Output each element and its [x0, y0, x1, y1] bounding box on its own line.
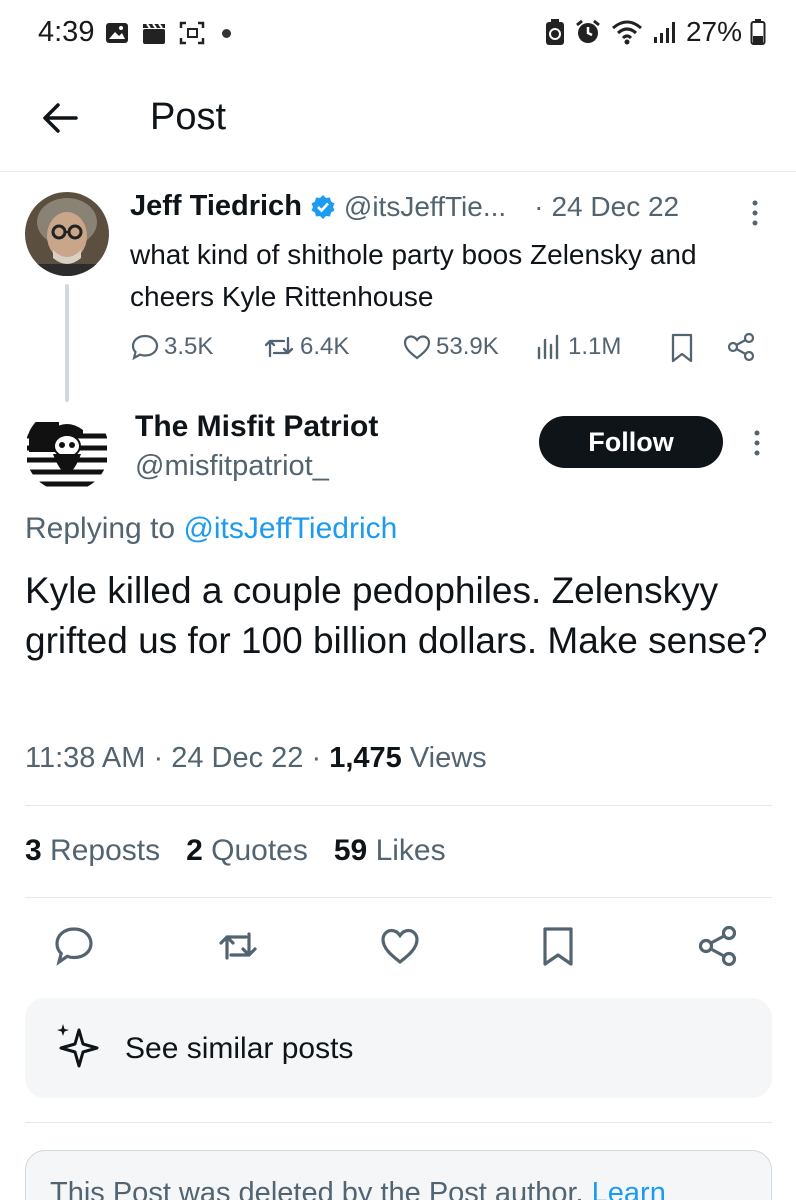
divider	[25, 1122, 772, 1123]
status-bar: 4:39 27%	[0, 0, 796, 70]
see-similar-label: See similar posts	[125, 1032, 354, 1065]
avatar[interactable]	[25, 192, 109, 276]
reply-button[interactable]: 3.5K	[130, 332, 213, 362]
meta-dot: ·	[153, 742, 164, 774]
deleted-post-notice: This Post was deleted by the Post author…	[25, 1150, 772, 1200]
separator-dot: ·	[534, 190, 544, 222]
quotes-stat[interactable]: 2 Quotes	[186, 834, 308, 868]
parent-post[interactable]: Jeff Tiedrich @itsJeffTie... · 24 Dec 22…	[0, 172, 796, 402]
replying-to: Replying to @itsJeffTiedrich	[25, 512, 397, 546]
share-icon[interactable]	[696, 924, 740, 968]
status-time: 4:39	[38, 16, 95, 48]
main-post-text: Kyle killed a couple pedophiles. Zelensk…	[25, 570, 768, 661]
like-count: 53.9K	[436, 333, 499, 360]
likes-label: Likes	[375, 834, 446, 867]
views-button[interactable]: 1.1M	[534, 332, 621, 362]
parent-post-text: what kind of shithole party boos Zelensk…	[130, 239, 697, 312]
reposts-count: 3	[25, 834, 42, 867]
likes-count: 59	[333, 834, 368, 867]
alarm-icon	[576, 19, 600, 43]
like-icon	[403, 335, 431, 360]
battery-saver-icon	[545, 19, 564, 45]
views-count: 1,475	[329, 742, 402, 774]
views-icon	[537, 334, 559, 360]
reply-icon	[131, 334, 159, 361]
see-similar-posts-button[interactable]: See similar posts	[25, 998, 772, 1098]
parent-post-header: Jeff Tiedrich @itsJeffTie... · 24 Dec 22	[130, 190, 679, 223]
bookmark-icon[interactable]	[668, 332, 696, 364]
follow-button[interactable]: Follow	[539, 416, 723, 468]
author-name[interactable]: The Misfit Patriot	[135, 410, 378, 444]
repost-button[interactable]: 6.4K	[262, 332, 349, 362]
engagement-stats: 3 Reposts 2 Quotes 59 Likes	[25, 834, 446, 868]
main-post-author: The Misfit Patriot @misfitpatriot_ Follo…	[0, 402, 796, 512]
replying-prefix: Replying to	[25, 512, 184, 545]
like-button[interactable]: 53.9K	[402, 332, 499, 362]
sparkle-icon	[57, 1024, 99, 1068]
avatar[interactable]	[25, 408, 109, 492]
notification-dot	[222, 28, 231, 38]
verified-badge-icon	[311, 194, 335, 219]
divider	[25, 897, 772, 898]
likes-stat[interactable]: 59 Likes	[334, 834, 446, 868]
views-label: Views	[409, 742, 487, 774]
author-handle[interactable]: @misfitpatriot_	[135, 450, 329, 483]
post-time: 11:38 AM	[25, 742, 146, 774]
parent-post-actions: 3.5K 6.4K 53.9K 1.1M	[130, 332, 770, 372]
like-icon[interactable]	[378, 924, 422, 968]
bookmark-icon[interactable]	[536, 924, 580, 968]
author-name[interactable]: Jeff Tiedrich	[130, 190, 302, 223]
more-icon[interactable]	[750, 428, 764, 458]
deleted-notice-text: This Post was deleted by the Post author…	[50, 1177, 666, 1200]
clapperboard-icon	[143, 23, 165, 44]
wifi-icon	[611, 20, 642, 45]
more-icon[interactable]	[748, 198, 762, 228]
meta-dot: ·	[311, 742, 322, 774]
screenshot-icon	[179, 21, 205, 45]
reposts-stat[interactable]: 3 Reposts	[25, 834, 160, 868]
share-icon[interactable]	[726, 332, 756, 362]
reply-icon[interactable]	[52, 924, 96, 968]
views-count: 1.1M	[568, 333, 622, 360]
gallery-icon	[106, 23, 128, 43]
repost-icon	[264, 336, 294, 358]
main-post-actions	[0, 920, 796, 980]
battery-icon	[750, 19, 766, 45]
quotes-label: Quotes	[211, 834, 308, 867]
post-date: 24 Dec 22	[171, 742, 304, 774]
reposts-label: Reposts	[50, 834, 161, 867]
page-title: Post	[150, 96, 227, 138]
author-handle[interactable]: @itsJeffTie...	[344, 191, 506, 223]
thread-line	[65, 284, 69, 402]
signal-icon	[653, 22, 675, 43]
deleted-message: This Post was deleted by the Post author…	[50, 1177, 584, 1200]
repost-icon[interactable]	[216, 924, 260, 968]
battery-percent: 27%	[685, 16, 742, 47]
post-date[interactable]: 24 Dec 22	[551, 191, 679, 223]
top-header: Post	[0, 70, 796, 172]
quotes-count: 2	[186, 834, 203, 867]
status-left-icons	[104, 20, 231, 46]
learn-more-link[interactable]: Learn	[592, 1177, 666, 1200]
replying-mention-link[interactable]: @itsJeffTiedrich	[183, 512, 397, 545]
repost-count: 6.4K	[300, 333, 350, 360]
back-arrow-icon[interactable]	[38, 96, 82, 140]
status-right-icons: 27%	[544, 16, 766, 48]
divider	[25, 805, 772, 806]
post-meta: 11:38 AM · 24 Dec 22 · 1,475 Views	[25, 742, 487, 775]
reply-count: 3.5K	[164, 333, 214, 360]
